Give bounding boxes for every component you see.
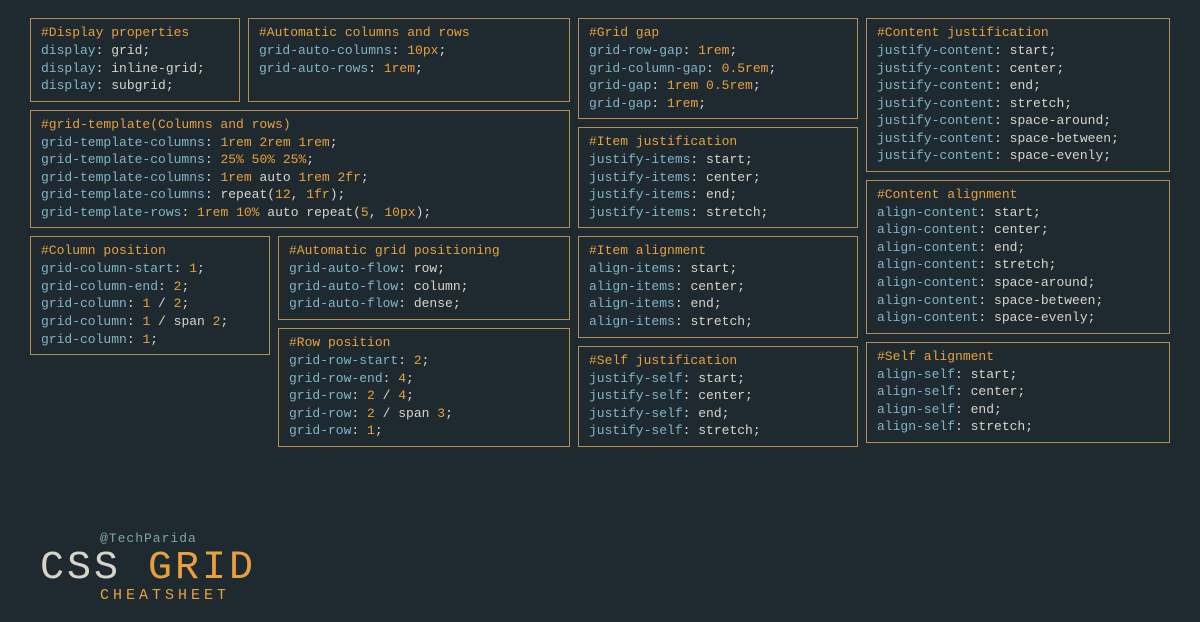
code-line: grid-column: 1 / span 2;	[41, 313, 259, 331]
code-line: justify-content: center;	[877, 60, 1159, 78]
code-line: display: inline-grid;	[41, 60, 229, 78]
code-line: grid-template-rows: 1rem 10% auto repeat…	[41, 204, 559, 222]
title-css: CSS	[40, 546, 148, 591]
card-title: #Self alignment	[877, 349, 1159, 364]
code-line: grid-template-columns: repeat(12, 1fr);	[41, 186, 559, 204]
code-line: justify-self: center;	[589, 387, 847, 405]
code-line: justify-items: end;	[589, 186, 847, 204]
card-display: #Display propertiesdisplay: grid;display…	[30, 18, 240, 102]
code-line: align-content: center;	[877, 221, 1159, 239]
code-line: display: grid;	[41, 42, 229, 60]
code-line: align-items: end;	[589, 295, 847, 313]
card-grid-template: #grid-template(Columns and rows) grid-tem…	[30, 110, 570, 229]
code-line: grid-row: 1;	[289, 422, 559, 440]
code-line: align-content: space-evenly;	[877, 309, 1159, 327]
card-self-justification: #Self justificationjustify-self: start;j…	[578, 346, 858, 447]
code-line: align-self: end;	[877, 401, 1159, 419]
card-title: #Content justification	[877, 25, 1159, 40]
card-self-alignment: #Self alignmentalign-self: start;align-s…	[866, 342, 1170, 443]
code-line: justify-self: start;	[589, 370, 847, 388]
column-c: #Content justification justify-content: s…	[866, 18, 1170, 604]
card-column-position: #Column positiongrid-column-start: 1;gri…	[30, 236, 270, 355]
card-title: #Automatic grid positioning	[289, 243, 559, 258]
code-line: grid-auto-columns: 10px;	[259, 42, 559, 60]
card-title: #Item justification	[589, 134, 847, 149]
code-line: justify-content: space-between;	[877, 130, 1159, 148]
code-line: grid-column: 1 / 2;	[41, 295, 259, 313]
card-title: #grid-template(Columns and rows)	[41, 117, 559, 132]
code-line: justify-items: center;	[589, 169, 847, 187]
code-line: align-items: start;	[589, 260, 847, 278]
branding: @TechParida CSS GRID CHEATSHEET	[30, 525, 270, 604]
code-line: grid-template-columns: 1rem 2rem 1rem;	[41, 134, 559, 152]
code-line: grid-template-columns: 1rem auto 1rem 2f…	[41, 169, 559, 187]
author-handle: @TechParida	[100, 531, 270, 546]
code-line: display: subgrid;	[41, 77, 229, 95]
code-line: align-content: start;	[877, 204, 1159, 222]
card-content-alignment: #Content alignmentalign-content: start;a…	[866, 180, 1170, 334]
code-line: align-content: space-around;	[877, 274, 1159, 292]
card-title: #Item alignment	[589, 243, 847, 258]
card-title: #Column position	[41, 243, 259, 258]
code-line: align-self: start;	[877, 366, 1159, 384]
code-line: grid-auto-flow: dense;	[289, 295, 559, 313]
code-line: grid-row-start: 2;	[289, 352, 559, 370]
code-line: justify-content: space-around;	[877, 112, 1159, 130]
card-title: #Row position	[289, 335, 559, 350]
code-line: grid-auto-rows: 1rem;	[259, 60, 559, 78]
card-item-justification: #Item justification justify-items: start;…	[578, 127, 858, 228]
code-line: align-self: center;	[877, 383, 1159, 401]
code-line: grid-column-start: 1;	[41, 260, 259, 278]
code-line: align-items: stretch;	[589, 313, 847, 331]
code-line: grid-column-end: 2;	[41, 278, 259, 296]
card-row-position: #Row position grid-row-start: 2;grid-row-…	[278, 328, 570, 447]
card-title: #Automatic columns and rows	[259, 25, 559, 40]
code-line: grid-gap: 1rem 0.5rem;	[589, 77, 847, 95]
code-line: align-content: stretch;	[877, 256, 1159, 274]
code-line: grid-row: 2 / span 3;	[289, 405, 559, 423]
column-b: #Grid gap grid-row-gap: 1rem;grid-column-…	[578, 18, 858, 604]
card-title: #Grid gap	[589, 25, 847, 40]
card-auto-positioning: #Automatic grid positioning grid-auto-flo…	[278, 236, 570, 320]
code-line: grid-row: 2 / 4;	[289, 387, 559, 405]
code-line: grid-row-gap: 1rem;	[589, 42, 847, 60]
code-line: justify-content: end;	[877, 77, 1159, 95]
code-line: align-self: stretch;	[877, 418, 1159, 436]
code-line: align-items: center;	[589, 278, 847, 296]
code-line: grid-column: 1;	[41, 331, 259, 349]
title: CSS GRID	[40, 546, 270, 591]
code-line: justify-self: end;	[589, 405, 847, 423]
cheatsheet-root: #Display propertiesdisplay: grid;display…	[30, 18, 1170, 604]
code-line: grid-gap: 1rem;	[589, 95, 847, 113]
code-line: align-content: end;	[877, 239, 1159, 257]
code-line: justify-content: space-evenly;	[877, 147, 1159, 165]
card-grid-gap: #Grid gap grid-row-gap: 1rem;grid-column-…	[578, 18, 858, 119]
column-a: #Display propertiesdisplay: grid;display…	[30, 18, 570, 604]
card-title: #Self justification	[589, 353, 847, 368]
card-auto-cols-rows: #Automatic columns and rows grid-auto-col…	[248, 18, 570, 102]
code-line: grid-row-end: 4;	[289, 370, 559, 388]
code-line: grid-auto-flow: row;	[289, 260, 559, 278]
card-title: #Content alignment	[877, 187, 1159, 202]
code-line: justify-self: stretch;	[589, 422, 847, 440]
card-item-alignment: #Item alignmentalign-items: start;align-…	[578, 236, 858, 337]
code-line: grid-auto-flow: column;	[289, 278, 559, 296]
card-content-justification: #Content justification justify-content: s…	[866, 18, 1170, 172]
title-grid: GRID	[148, 546, 256, 591]
code-line: grid-column-gap: 0.5rem;	[589, 60, 847, 78]
code-line: align-content: space-between;	[877, 292, 1159, 310]
code-line: justify-items: stretch;	[589, 204, 847, 222]
code-line: justify-content: stretch;	[877, 95, 1159, 113]
card-title: #Display properties	[41, 25, 229, 40]
code-line: justify-items: start;	[589, 151, 847, 169]
code-line: justify-content: start;	[877, 42, 1159, 60]
code-line: grid-template-columns: 25% 50% 25%;	[41, 151, 559, 169]
